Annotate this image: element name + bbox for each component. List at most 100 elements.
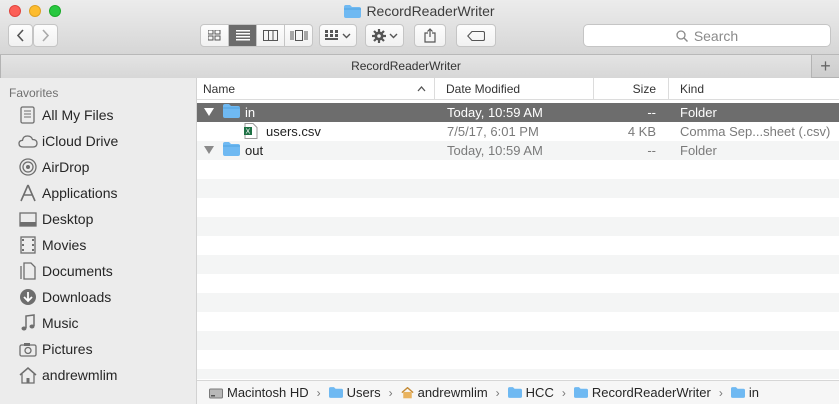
all-files-icon <box>17 105 39 125</box>
path-item-macintosh-hd[interactable]: Macintosh HD <box>209 385 309 400</box>
forward-button[interactable] <box>33 24 58 47</box>
path-item-hcc[interactable]: HCC <box>507 385 554 400</box>
column-header-date-modified[interactable]: Date Modified <box>435 78 594 100</box>
path-item-label: andrewmlim <box>417 385 488 400</box>
sidebar-item-andrewmlim[interactable]: andrewmlim <box>0 362 196 388</box>
path-item-recordreaderwriter[interactable]: RecordReaderWriter <box>573 385 711 400</box>
path-bar: Macintosh HD › Users › andrewmlim › HCC … <box>197 380 839 404</box>
sidebar-item-airdrop[interactable]: AirDrop <box>0 154 196 180</box>
icon-view-button[interactable] <box>201 25 229 46</box>
empty-row <box>197 350 839 369</box>
sidebar-item-label: Documents <box>42 263 113 279</box>
table-row[interactable]: in Today, 10:59 AM -- Folder <box>197 103 839 122</box>
share-button[interactable] <box>414 24 446 47</box>
sidebar-item-label: Downloads <box>42 289 112 305</box>
path-item-label: HCC <box>525 385 554 400</box>
home-icon <box>400 386 414 398</box>
column-header-name-label: Name <box>203 82 236 96</box>
file-name: in <box>245 105 256 120</box>
sidebar-heading-favorites: Favorites <box>9 86 59 100</box>
file-kind: Folder <box>680 143 717 158</box>
hard-drive-icon <box>209 388 223 398</box>
path-separator-icon: › <box>561 385 566 400</box>
empty-row <box>197 369 839 379</box>
empty-row <box>197 236 839 255</box>
sidebar-item-pictures[interactable]: Pictures <box>0 336 196 362</box>
svg-text:X: X <box>246 128 251 136</box>
empty-row <box>197 179 839 198</box>
folder-icon <box>344 5 362 18</box>
music-icon <box>17 313 39 333</box>
empty-row <box>197 312 839 331</box>
list-view-button[interactable] <box>229 25 257 46</box>
table-row[interactable]: X users.csv 7/5/17, 6:01 PM 4 KB Comma S… <box>197 122 839 141</box>
chevron-down-icon <box>342 33 351 38</box>
applications-icon <box>17 183 39 203</box>
arrange-grid-icon <box>325 30 338 40</box>
table-row[interactable]: out Today, 10:59 AM -- Folder <box>197 141 839 160</box>
sidebar-item-applications[interactable]: Applications <box>0 180 196 206</box>
search-placeholder: Search <box>693 27 739 44</box>
cover-flow-button[interactable] <box>285 25 312 46</box>
path-item-label: Users <box>346 385 381 400</box>
cloud-icon <box>17 131 39 151</box>
arrange-button[interactable] <box>319 24 357 47</box>
documents-icon <box>17 261 39 281</box>
sidebar-item-all-my-files[interactable]: All My Files <box>0 102 196 128</box>
file-name: users.csv <box>266 124 321 139</box>
sidebar-item-label: Movies <box>42 237 87 253</box>
empty-row <box>197 217 839 236</box>
folder-icon <box>730 387 745 398</box>
sidebar-item-music[interactable]: Music <box>0 310 196 336</box>
path-separator-icon: › <box>718 385 723 400</box>
disclosure-triangle-icon[interactable] <box>204 146 214 154</box>
file-size: -- <box>647 105 656 120</box>
empty-row <box>197 160 839 179</box>
path-item-in[interactable]: in <box>730 385 759 400</box>
folder-icon <box>223 104 240 118</box>
home-icon <box>17 365 39 385</box>
folder-icon <box>328 387 343 398</box>
movies-icon <box>17 235 39 255</box>
path-item-label: in <box>748 385 759 400</box>
empty-row <box>197 293 839 312</box>
sidebar-item-label: All My Files <box>42 107 114 123</box>
tags-button[interactable] <box>456 24 496 47</box>
sidebar-item-label: Pictures <box>42 341 93 357</box>
column-header-size[interactable]: Size <box>594 78 669 100</box>
grid-icon <box>208 30 221 41</box>
airdrop-icon <box>17 157 39 177</box>
column-header-kind[interactable]: Kind <box>669 78 839 100</box>
tab-recordreaderwriter[interactable]: RecordReaderWriter <box>0 55 812 78</box>
back-button[interactable] <box>8 24 33 47</box>
folder-icon <box>223 142 240 156</box>
sidebar-item-label: andrewmlim <box>42 367 118 383</box>
sidebar-item-icloud-drive[interactable]: iCloud Drive <box>0 128 196 154</box>
folder-icon <box>573 387 588 398</box>
path-item-andrewmlim[interactable]: andrewmlim <box>400 385 488 400</box>
share-icon <box>424 28 436 43</box>
csv-file-icon: X <box>244 123 258 139</box>
sidebar-item-documents[interactable]: Documents <box>0 258 196 284</box>
sidebar-item-movies[interactable]: Movies <box>0 232 196 258</box>
window-title: RecordReaderWriter <box>0 3 839 19</box>
action-button[interactable] <box>365 24 404 47</box>
file-name: out <box>245 143 264 158</box>
path-item-users[interactable]: Users <box>328 385 381 400</box>
columns-icon <box>263 30 278 41</box>
disclosure-triangle-icon[interactable] <box>204 108 214 116</box>
chevron-down-icon <box>389 33 397 38</box>
column-view-button[interactable] <box>257 25 285 46</box>
sidebar-item-label: AirDrop <box>42 159 90 175</box>
file-list: in Today, 10:59 AM -- Folder X users.csv… <box>197 103 839 379</box>
path-separator-icon: › <box>388 385 393 400</box>
search-field[interactable]: Search <box>583 24 831 47</box>
sidebar: Favorites All My Files iCloud Drive AirD… <box>0 78 197 404</box>
desktop-icon <box>17 209 39 229</box>
sidebar-item-desktop[interactable]: Desktop <box>0 206 196 232</box>
column-header-name[interactable]: Name <box>197 78 435 100</box>
path-separator-icon: › <box>316 385 321 400</box>
new-tab-button[interactable]: + <box>812 55 839 78</box>
sidebar-item-downloads[interactable]: Downloads <box>0 284 196 310</box>
empty-row <box>197 331 839 350</box>
